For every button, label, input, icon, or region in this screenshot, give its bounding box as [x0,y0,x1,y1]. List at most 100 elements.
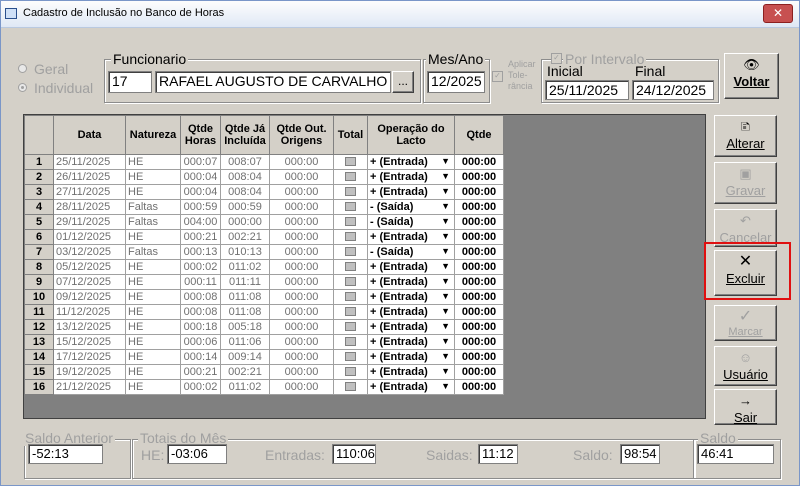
cell-total[interactable] [333,334,368,350]
total-checkbox[interactable] [345,157,356,167]
cell-qtde[interactable]: 000:00 [454,259,504,275]
cell-qtde[interactable]: 000:00 [454,349,504,365]
cell-qtde[interactable]: 000:00 [454,244,504,260]
alterar-button[interactable]: 🗈 Alterar [714,115,777,157]
chevron-down-icon[interactable]: ▼ [441,245,450,258]
mesano-input[interactable]: 12/2025 [427,71,485,93]
cell-total[interactable] [333,349,368,365]
chevron-down-icon[interactable]: ▼ [441,380,450,393]
hours-grid[interactable]: Data Natureza Qtde Horas Qtde Já Incluíd… [23,114,706,419]
total-checkbox[interactable] [345,247,356,257]
voltar-button[interactable]: 👁 Voltar [724,53,779,99]
total-checkbox[interactable] [345,367,356,377]
total-checkbox[interactable] [345,307,356,317]
radio-individual[interactable] [18,83,27,92]
cell-operacao[interactable]: + (Entrada) ▼ [367,319,455,335]
cell-qtde[interactable]: 000:00 [454,379,504,395]
chevron-down-icon[interactable]: ▼ [441,260,450,273]
table-row[interactable]: 9 07/12/2025 HE 000:11 011:11 000:00 + (Entrad… [24,274,504,290]
cell-qtde[interactable]: 000:00 [454,214,504,230]
funcionario-lookup-button[interactable]: ... [392,71,414,93]
cell-total[interactable] [333,199,368,215]
cell-operacao[interactable]: + (Entrada) ▼ [367,349,455,365]
cell-operacao[interactable]: + (Entrada) ▼ [367,274,455,290]
cell-qtde[interactable]: 000:00 [454,334,504,350]
cell-total[interactable] [333,229,368,245]
cell-total[interactable] [333,274,368,290]
cell-operacao[interactable]: + (Entrada) ▼ [367,379,455,395]
funcionario-code-input[interactable]: 17 [108,71,152,93]
usuario-button[interactable]: ☺ Usuário [714,346,777,386]
cell-qtde[interactable]: 000:00 [454,319,504,335]
table-row[interactable]: 2 26/11/2025 HE 000:04 008:04 000:00 + (Entrad… [24,169,504,185]
total-checkbox[interactable] [345,202,356,212]
cell-total[interactable] [333,319,368,335]
cell-operacao[interactable]: - (Saída) ▼ [367,199,455,215]
inicial-input[interactable]: 25/11/2025 [545,80,629,100]
cell-operacao[interactable]: + (Entrada) ▼ [367,364,455,380]
total-checkbox[interactable] [345,172,356,182]
cell-operacao[interactable]: + (Entrada) ▼ [367,289,455,305]
cell-total[interactable] [333,184,368,200]
cell-operacao[interactable]: + (Entrada) ▼ [367,304,455,320]
table-row[interactable]: 15 19/12/2025 HE 000:21 002:21 000:00 + (Entra… [24,364,504,380]
chevron-down-icon[interactable]: ▼ [441,155,450,168]
chevron-down-icon[interactable]: ▼ [441,170,450,183]
chevron-down-icon[interactable]: ▼ [441,365,450,378]
chevron-down-icon[interactable]: ▼ [441,305,450,318]
total-checkbox[interactable] [345,187,356,197]
chevron-down-icon[interactable]: ▼ [441,275,450,288]
total-checkbox[interactable] [345,352,356,362]
cell-qtde[interactable]: 000:00 [454,274,504,290]
total-checkbox[interactable] [345,232,356,242]
chevron-down-icon[interactable]: ▼ [441,290,450,303]
radio-geral[interactable] [18,64,27,73]
total-checkbox[interactable] [345,382,356,392]
aplicar-tolerancia-checkbox[interactable]: ✓ [492,71,503,82]
table-row[interactable]: 10 09/12/2025 HE 000:08 011:08 000:00 + (Entra… [24,289,504,305]
cell-qtde[interactable]: 000:00 [454,199,504,215]
table-row[interactable]: 4 28/11/2025 Faltas 000:59 000:59 000:00- (Sa… [24,199,504,215]
final-input[interactable]: 24/12/2025 [632,80,714,100]
cell-total[interactable] [333,364,368,380]
cell-total[interactable] [333,379,368,395]
sair-button[interactable]: → Sair [714,389,777,425]
cell-qtde[interactable]: 000:00 [454,304,504,320]
cell-operacao[interactable]: + (Entrada) ▼ [367,229,455,245]
table-row[interactable]: 1 25/11/2025 HE 000:07 008:07 000:00 + (Entrad… [24,154,504,170]
cell-operacao[interactable]: - (Saída) ▼ [367,214,455,230]
total-checkbox[interactable] [345,217,356,227]
cell-qtde[interactable]: 000:00 [454,169,504,185]
chevron-down-icon[interactable]: ▼ [441,215,450,228]
table-row[interactable]: 16 21/12/2025 HE 000:02 011:02 000:00 + (Entra… [24,379,504,395]
cell-operacao[interactable]: + (Entrada) ▼ [367,334,455,350]
total-checkbox[interactable] [345,262,356,272]
total-checkbox[interactable] [345,292,356,302]
cell-total[interactable] [333,214,368,230]
close-button[interactable]: ✕ [763,4,793,23]
table-row[interactable]: 5 29/11/2025 Faltas 004:00 000:00 000:00- (Sa… [24,214,504,230]
chevron-down-icon[interactable]: ▼ [441,230,450,243]
total-checkbox[interactable] [345,337,356,347]
cell-qtde[interactable]: 000:00 [454,184,504,200]
cell-operacao[interactable]: - (Saída) ▼ [367,244,455,260]
cell-qtde[interactable]: 000:00 [454,364,504,380]
table-row[interactable]: 11 11/12/2025 HE 000:08 011:08 000:00 + (Entra… [24,304,504,320]
cell-qtde[interactable]: 000:00 [454,289,504,305]
cell-total[interactable] [333,244,368,260]
chevron-down-icon[interactable]: ▼ [441,350,450,363]
total-checkbox[interactable] [345,277,356,287]
table-row[interactable]: 8 05/12/2025 HE 000:02 011:02 000:00 + (Entrad… [24,259,504,275]
cell-qtde[interactable]: 000:00 [454,229,504,245]
table-row[interactable]: 13 15/12/2025 HE 000:06 011:06 000:00 + (Entra… [24,334,504,350]
cell-total[interactable] [333,154,368,170]
cell-operacao[interactable]: + (Entrada) ▼ [367,169,455,185]
table-row[interactable]: 14 17/12/2025 HE 000:14 009:14 000:00 + (Entra… [24,349,504,365]
table-row[interactable]: 7 03/12/2025 Faltas 000:13 010:13 000:00- (Sa… [24,244,504,260]
cell-operacao[interactable]: + (Entrada) ▼ [367,154,455,170]
funcionario-name-input[interactable]: RAFAEL AUGUSTO DE CARVALHO [155,71,391,93]
table-row[interactable]: 12 13/12/2025 HE 000:18 005:18 000:00 + (Entra… [24,319,504,335]
chevron-down-icon[interactable]: ▼ [441,335,450,348]
cell-total[interactable] [333,304,368,320]
marcar-button[interactable]: ✓ Marcar [714,305,777,341]
